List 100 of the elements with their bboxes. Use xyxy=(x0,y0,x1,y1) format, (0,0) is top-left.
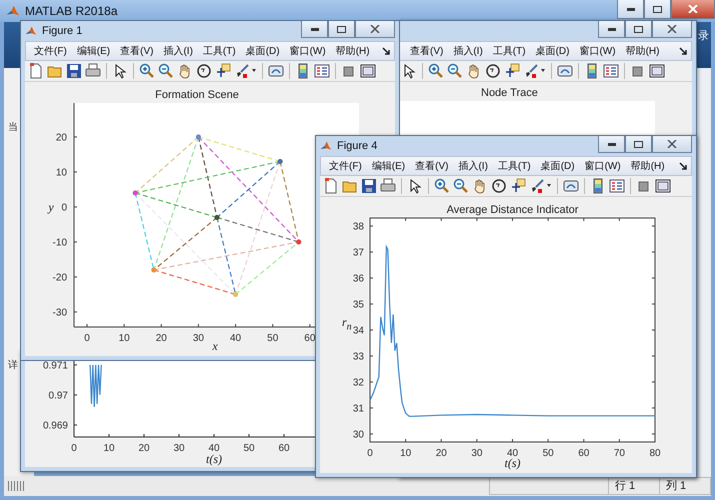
tick-label: 40 xyxy=(208,443,220,454)
menu-item[interactable]: 插入(I) xyxy=(448,44,488,58)
maximize-button[interactable] xyxy=(625,21,652,38)
menu-item[interactable]: 桌面(D) xyxy=(536,159,580,173)
menu-item[interactable]: 帮助(H) xyxy=(620,44,664,58)
rotate-icon[interactable] xyxy=(485,63,501,79)
minimize-button[interactable] xyxy=(617,0,644,19)
close-icon xyxy=(667,25,677,33)
menu-item[interactable]: 桌面(D) xyxy=(240,44,285,58)
close-button[interactable] xyxy=(671,0,715,19)
tick-label: 0 xyxy=(84,333,90,344)
rotate-icon[interactable] xyxy=(196,63,212,79)
menu-item[interactable]: 编辑(E) xyxy=(72,44,116,58)
maximize-button[interactable] xyxy=(625,136,652,153)
menu-item[interactable]: 帮助(H) xyxy=(626,159,670,173)
tick-label: 0 xyxy=(71,443,77,454)
data-tip-icon[interactable] xyxy=(510,178,526,194)
tick-label: -30 xyxy=(52,307,67,318)
menu-item[interactable]: 查看(V) xyxy=(405,44,448,58)
dock-arrow-icon[interactable] xyxy=(679,162,687,170)
window-title: MATLAB R2018a xyxy=(25,4,118,18)
tick-label: 31 xyxy=(352,403,364,414)
menu-item[interactable]: 查看(V) xyxy=(410,159,454,173)
tick-label: -20 xyxy=(52,272,67,284)
menu-item[interactable]: 窗口(W) xyxy=(284,44,331,58)
menu-item[interactable]: 文件(F) xyxy=(29,44,72,58)
zoom-in-icon[interactable] xyxy=(139,63,155,79)
document-icon[interactable] xyxy=(323,178,339,194)
zoom-out-icon[interactable] xyxy=(447,63,463,79)
chart-title: Formation Scene xyxy=(155,89,239,101)
minimize-button[interactable] xyxy=(598,21,625,38)
menu-item[interactable]: 工具(T) xyxy=(198,44,241,58)
menu-item[interactable]: 帮助(H) xyxy=(330,44,375,58)
brush-icon[interactable] xyxy=(529,178,545,194)
maximize-button[interactable] xyxy=(328,21,355,38)
menu-item[interactable]: 窗口(W) xyxy=(574,44,621,58)
menu-item[interactable]: 文件(F) xyxy=(324,159,367,173)
printer-icon[interactable] xyxy=(85,63,101,79)
tick-label: 20 xyxy=(56,132,67,144)
minimize-button[interactable] xyxy=(598,136,625,153)
tick-label: 50 xyxy=(243,443,255,454)
tick-label: 50 xyxy=(267,333,278,344)
window-icon[interactable] xyxy=(649,63,665,79)
window-icon[interactable] xyxy=(655,178,671,194)
linked-plot-icon[interactable] xyxy=(563,178,579,194)
dock-arrow-icon[interactable] xyxy=(679,47,687,55)
window-icon[interactable] xyxy=(360,63,376,79)
data-tip-icon[interactable] xyxy=(504,63,520,79)
menu-item[interactable]: 查看(V) xyxy=(115,44,158,58)
menu-item[interactable]: 编辑(E) xyxy=(366,159,410,173)
zoom-out-icon[interactable] xyxy=(453,178,469,194)
legend-icon[interactable] xyxy=(603,63,619,79)
dock-arrow-icon[interactable] xyxy=(382,47,390,55)
axis-label: t(s) xyxy=(206,452,222,466)
rotate-icon[interactable] xyxy=(491,178,507,194)
menu-item[interactable]: 窗口(W) xyxy=(580,159,626,173)
brush-icon[interactable] xyxy=(523,63,539,79)
tick-label: 0.971 xyxy=(42,360,68,372)
menu-item[interactable]: 插入(I) xyxy=(453,159,493,173)
printer-icon[interactable] xyxy=(380,178,396,194)
maximize-button[interactable] xyxy=(644,0,671,19)
menu-item[interactable]: 插入(I) xyxy=(158,44,198,58)
window-title: Figure 4 xyxy=(337,140,378,152)
zoom-in-icon[interactable] xyxy=(434,178,450,194)
peak-logo-icon xyxy=(6,4,20,18)
tick-label: 30 xyxy=(192,333,204,344)
tick-label: 37 xyxy=(352,248,364,259)
close-button[interactable] xyxy=(652,136,692,153)
window-title: Figure 1 xyxy=(42,25,82,37)
tick-label: 30 xyxy=(471,448,482,459)
tick-label: 36 xyxy=(352,274,364,285)
document-icon[interactable] xyxy=(28,63,44,79)
close-icon xyxy=(688,5,698,13)
close-icon xyxy=(370,25,380,33)
menu-item[interactable]: 桌面(D) xyxy=(530,44,574,58)
tick-label: 0.97 xyxy=(48,390,68,402)
menu-item[interactable]: 工具(T) xyxy=(488,44,531,58)
tick-label: 32 xyxy=(352,377,364,388)
caret-icon[interactable] xyxy=(546,184,552,188)
minimize-icon xyxy=(608,28,616,30)
data-tip-icon[interactable] xyxy=(215,63,231,79)
zoom-in-icon[interactable] xyxy=(428,63,444,79)
axis-label: y xyxy=(48,200,54,214)
close-button[interactable] xyxy=(652,21,692,38)
linked-plot-icon[interactable] xyxy=(268,63,284,79)
tick-label: 35 xyxy=(352,300,364,311)
close-button[interactable] xyxy=(355,21,395,38)
brush-icon[interactable] xyxy=(234,63,250,79)
tick-label: 60 xyxy=(578,448,590,459)
zoom-out-icon[interactable] xyxy=(158,63,174,79)
legend-icon[interactable] xyxy=(609,178,625,194)
toolstrip-label[interactable]: 录 xyxy=(698,28,709,43)
linked-plot-icon[interactable] xyxy=(557,63,573,79)
tick-label: 30 xyxy=(352,429,364,440)
tick-label: 0.969 xyxy=(42,420,68,432)
legend-icon[interactable] xyxy=(314,63,330,79)
menu-item[interactable]: 工具(T) xyxy=(492,159,536,173)
minimize-button[interactable] xyxy=(301,21,328,38)
axes-title: Node Trace xyxy=(481,87,538,99)
tick-label: 50 xyxy=(542,448,554,459)
